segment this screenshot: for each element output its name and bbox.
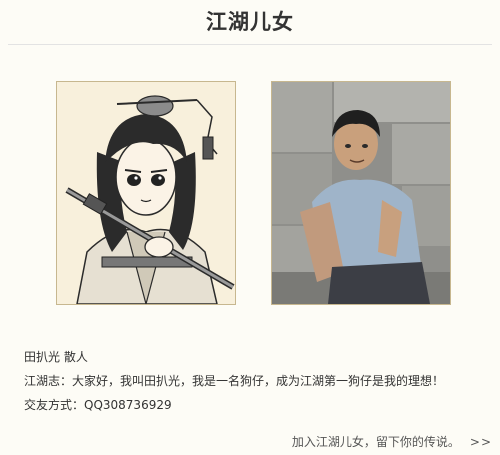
join-link[interactable]: 加入江湖儿女，留下你的传说。 >> <box>292 433 492 450</box>
title-divider <box>8 44 492 45</box>
profile-contact-line: 交友方式：QQ308736929 <box>24 398 172 412</box>
profile-motto-line: 江湖志：大家好，我叫田扒光，我是一名狗仔，成为江湖第一狗仔是我的理想！ <box>24 374 445 388</box>
page: 江湖儿女 田扒光 散人 江湖志：大家好，我叫田扒光，我是一名狗仔，成为江湖第一狗… <box>0 0 500 455</box>
cartoon-portrait-image <box>56 81 236 305</box>
profile-name-line: 田扒光 散人 <box>24 350 88 364</box>
double-arrow-icon[interactable]: >> <box>470 435 492 449</box>
page-title: 江湖儿女 <box>206 10 294 34</box>
real-photo-image <box>271 81 451 305</box>
join-link-text[interactable]: 加入江湖儿女，留下你的传说。 <box>292 435 460 449</box>
